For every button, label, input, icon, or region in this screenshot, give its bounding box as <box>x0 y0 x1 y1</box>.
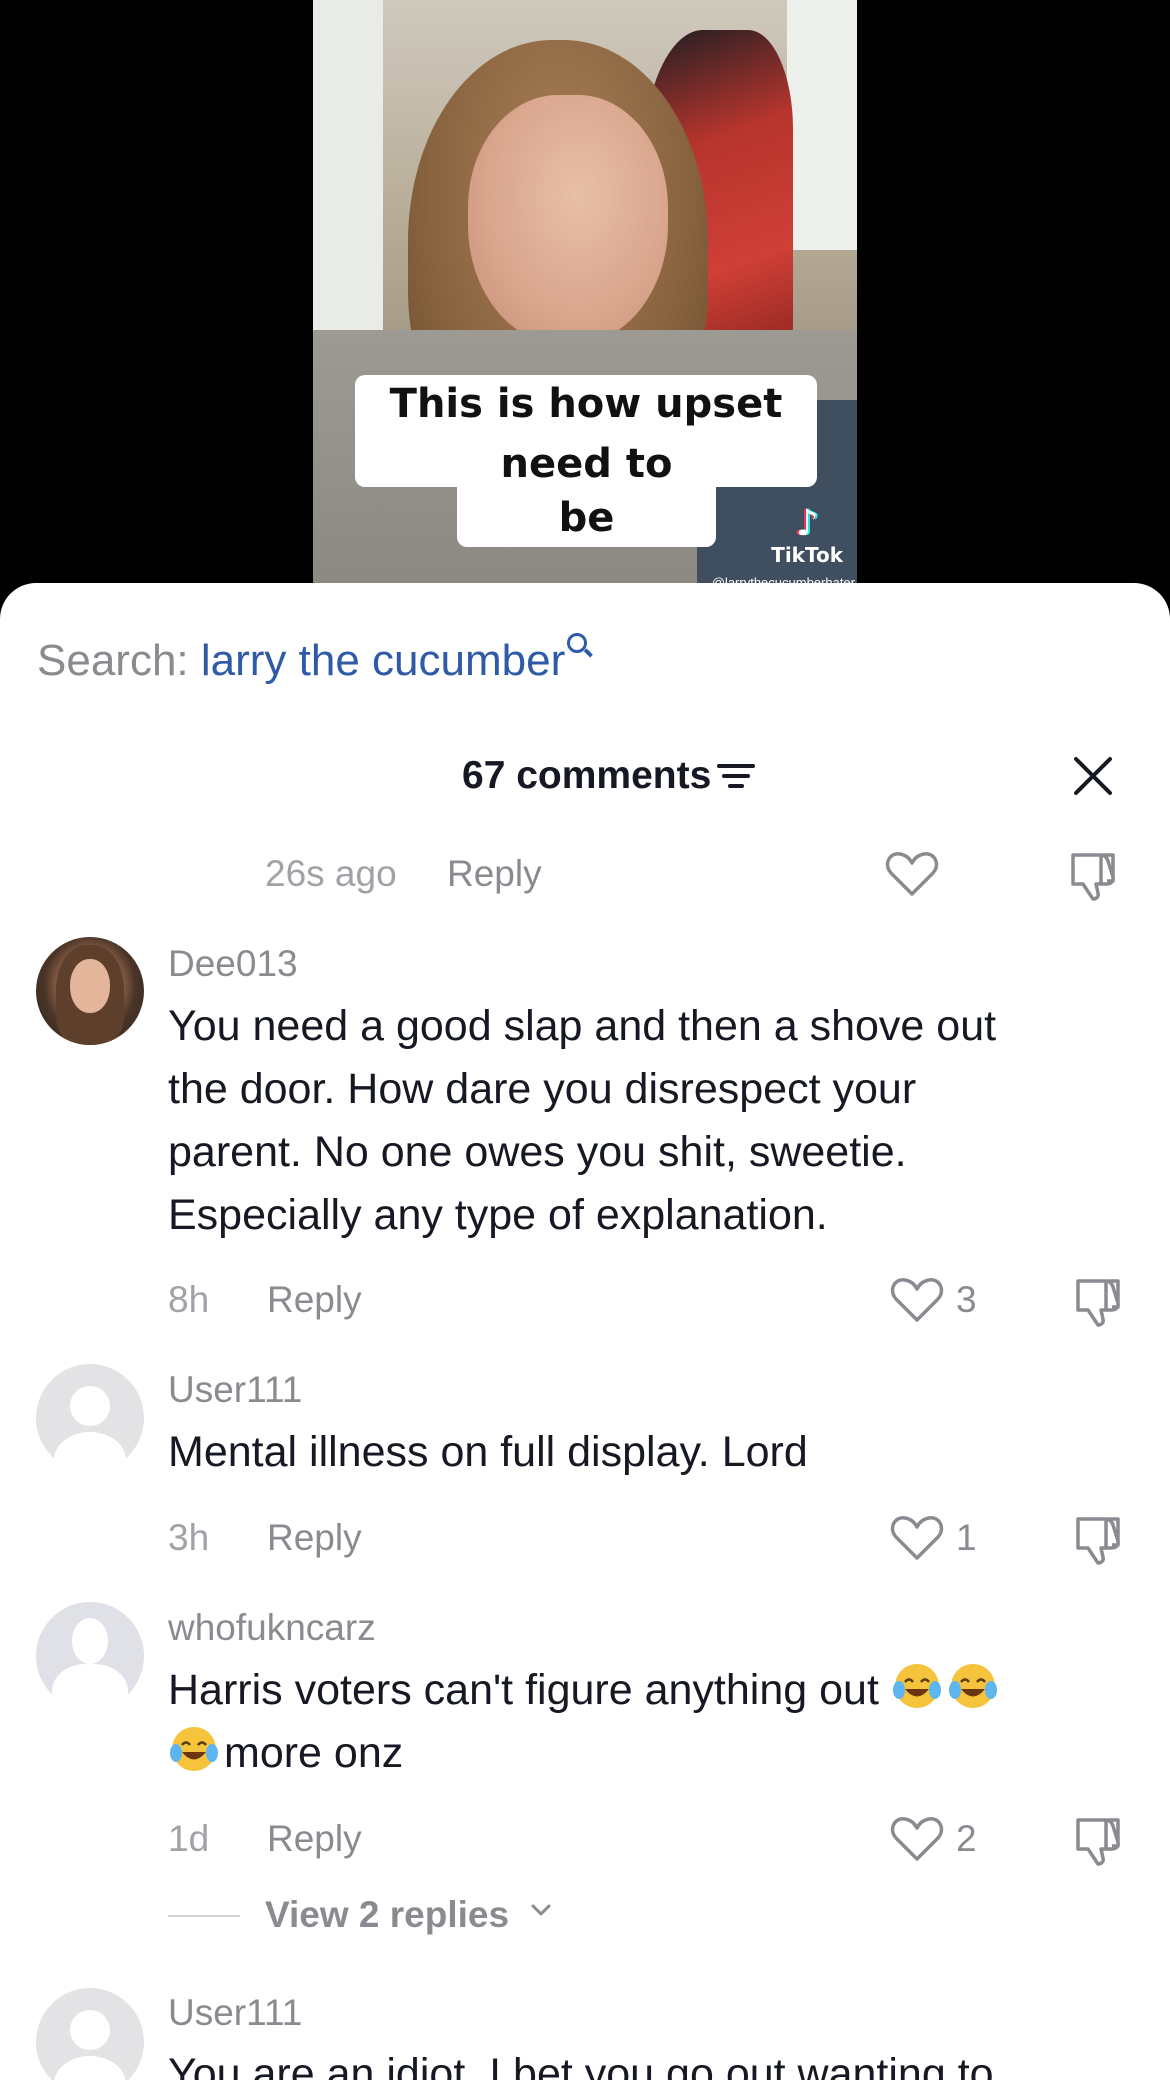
face-with-tears-of-joy-icon <box>948 1664 997 1708</box>
reply-button[interactable]: Reply <box>267 1814 362 1864</box>
avatar[interactable] <box>36 937 144 1045</box>
search-icon[interactable] <box>567 633 594 659</box>
video-frame[interactable]: This is how upset we need to be ♪ TikTok… <box>313 0 857 600</box>
tiktok-watermark-text: TikTok <box>771 543 843 567</box>
search-suggestion[interactable]: Search: larry the cucumber <box>37 633 594 689</box>
comment-timestamp: 26s ago <box>265 853 397 894</box>
like-count: 2 <box>956 1818 977 1859</box>
reply-button[interactable]: Reply <box>447 849 542 899</box>
comment-text: You are an idiot. I bet you go out wanti… <box>168 2043 1128 2080</box>
avatar[interactable] <box>36 1602 144 1710</box>
comment-text-line: You need a good slap and then a shove ou… <box>168 1002 997 1050</box>
reply-button[interactable]: Reply <box>267 1513 362 1563</box>
chevron-down-icon[interactable] <box>530 1899 552 1921</box>
tiktok-logo-icon: ♪ <box>795 503 819 544</box>
comment-text: You need a good slap and then a shove ou… <box>168 995 1128 1247</box>
comment-timestamp: 8h <box>168 1279 210 1320</box>
dislike-icon[interactable] <box>1070 1816 1124 1866</box>
heart-icon[interactable] <box>890 1816 944 1862</box>
like-count: 1 <box>956 1517 977 1558</box>
comment-username[interactable]: Dee013 <box>168 942 298 986</box>
comment-actions-row: 1d Reply 2 <box>0 1814 1170 1866</box>
comments-sheet: Search: larry the cucumber 67 comments 2… <box>0 583 1170 2080</box>
face-with-tears-of-joy-icon <box>170 1727 218 1771</box>
avatar[interactable] <box>36 1364 144 1472</box>
video-person-face <box>468 95 668 345</box>
comment-actions-row: 3h Reply 1 <box>0 1513 1170 1565</box>
avatar[interactable] <box>36 1988 144 2080</box>
comment-username[interactable]: whofukncarz <box>168 1606 376 1650</box>
comment-text-line: Mental illness on full display. Lord <box>168 1428 808 1476</box>
comment-username[interactable]: User111 <box>168 1991 302 2035</box>
comment-text-line: the door. How dare you disrespect your <box>168 1065 917 1113</box>
view-replies-label[interactable]: View 2 replies <box>265 1890 509 1940</box>
comment-timestamp: 3h <box>168 1517 210 1558</box>
dislike-icon[interactable] <box>1070 1277 1124 1327</box>
filter-icon[interactable] <box>717 762 755 790</box>
comment-text: Harris voters can't figure anything out <box>168 1659 1128 1785</box>
close-icon[interactable] <box>1070 753 1116 799</box>
comment-text: Mental illness on full display. Lord <box>168 1421 1128 1484</box>
comments-count-title: 67 comments <box>462 754 712 797</box>
dislike-icon[interactable] <box>1065 851 1119 901</box>
comment-text-line: You are an idiot. I bet you go out wanti… <box>168 2050 994 2080</box>
video-caption-line2: need to be <box>457 435 716 547</box>
heart-icon[interactable] <box>890 1515 944 1561</box>
face-with-tears-of-joy-icon <box>892 1664 941 1708</box>
video-player[interactable]: This is how upset we need to be ♪ TikTok… <box>0 0 1170 600</box>
reply-button[interactable]: Reply <box>267 1275 362 1325</box>
comment-timestamp: 1d <box>168 1818 210 1859</box>
like-count: 3 <box>956 1279 977 1320</box>
comment-text-line-2: more onz <box>168 1722 1128 1785</box>
dislike-icon[interactable] <box>1070 1515 1124 1565</box>
search-label: Search: <box>37 636 201 685</box>
comment-actions-row: 8h Reply 3 <box>0 1275 1170 1327</box>
comment-text-segment: Harris voters can't figure anything out <box>168 1666 879 1714</box>
tiktok-watermark: ♪ TikTok <box>771 503 843 568</box>
view-replies-divider <box>168 1915 240 1917</box>
comments-header: 67 comments <box>0 748 1170 804</box>
heart-icon[interactable] <box>885 851 939 897</box>
comment-text-line-1: Harris voters can't figure anything out <box>168 1659 1128 1722</box>
video-window-right <box>787 0 857 250</box>
video-window-left <box>313 0 383 330</box>
comment-username[interactable]: User111 <box>168 1368 302 1412</box>
comment-text-line: Especially any type of explanation. <box>168 1191 828 1239</box>
comment-actions-row: 26s ago Reply <box>0 849 1170 901</box>
search-term-link[interactable]: larry the cucumber <box>201 636 565 685</box>
comment-text-line: parent. No one owes you shit, sweetie. <box>168 1128 907 1176</box>
comment-text-segment: more onz <box>224 1729 404 1777</box>
heart-icon[interactable] <box>890 1277 944 1323</box>
